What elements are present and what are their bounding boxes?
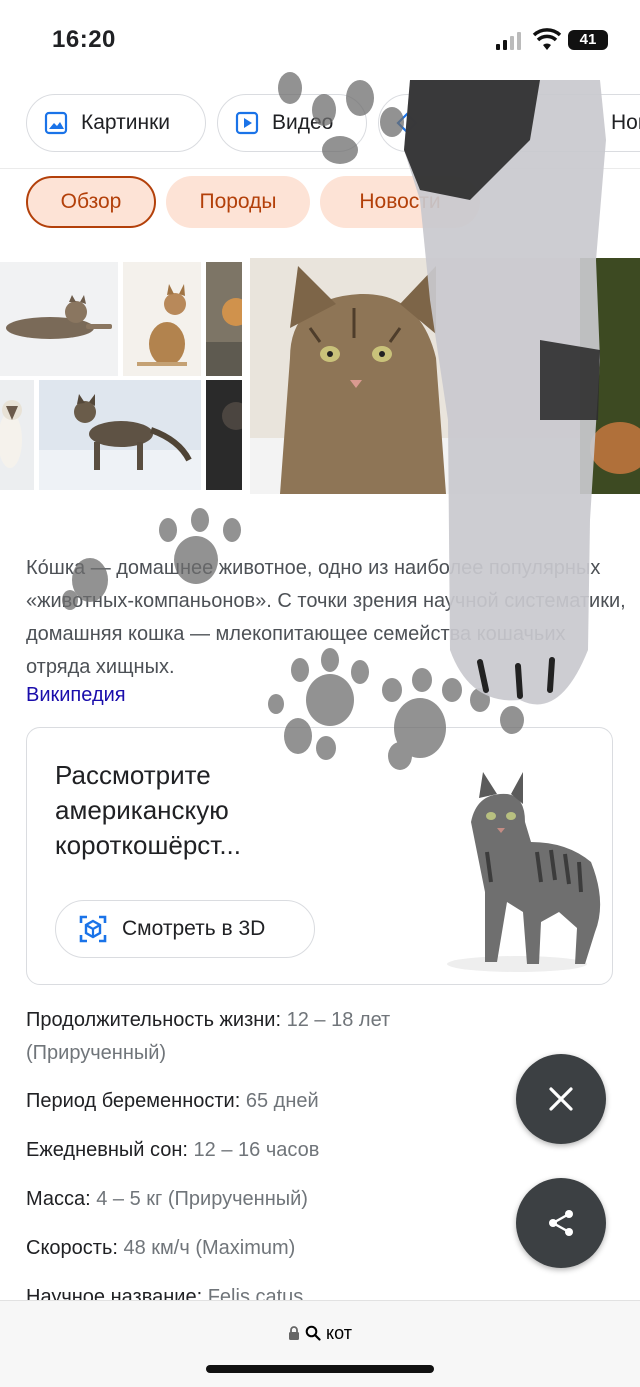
close-icon: [549, 1087, 573, 1111]
tab-news[interactable]: Новости: [378, 94, 640, 152]
topic-filters: Обзор Породы Новости: [0, 176, 640, 230]
cat-image-4[interactable]: [0, 380, 34, 490]
cube-ar-icon: [78, 914, 108, 944]
safari-bottom-bar: кот: [0, 1300, 640, 1387]
fact-label: Продолжительность жизни:: [26, 1009, 282, 1031]
lock-icon: [289, 1326, 300, 1340]
tabby-3d-preview-image: [447, 772, 601, 972]
battery-indicator: 41: [568, 30, 608, 50]
fact-value: 65 дней: [245, 1090, 319, 1112]
fact-label: Масса:: [26, 1188, 91, 1210]
fact-sleep: Ежедневный сон: 12 – 16 часов: [26, 1134, 319, 1167]
cat-image-1[interactable]: [0, 262, 118, 376]
fact-lifespan: Продолжительность жизни: 12 – 18 лет (Пр…: [26, 1004, 390, 1070]
pill-news[interactable]: Новости: [320, 176, 480, 228]
fact-value-note: (Прирученный): [26, 1042, 167, 1064]
card-3d-title: Рассмотрите американскую короткошёрст...: [55, 760, 241, 860]
tab-images-label: Картинки: [81, 111, 170, 134]
close-overlay-button[interactable]: [516, 1054, 606, 1144]
fact-value: 12 – 16 часов: [193, 1139, 320, 1161]
cat-image-2[interactable]: [123, 262, 201, 376]
wikipedia-link[interactable]: Википедия: [26, 684, 126, 707]
share-icon: [549, 1210, 573, 1236]
address-query: кот: [326, 1323, 352, 1343]
address-bar[interactable]: кот: [0, 1323, 640, 1344]
cat-image-main[interactable]: [250, 258, 640, 494]
tab-video-label: Видео: [272, 111, 334, 134]
view-in-3d-card[interactable]: Рассмотрите американскую короткошёрст...…: [26, 727, 613, 985]
tab-images[interactable]: Картинки: [26, 94, 206, 152]
fact-value: 12 – 18 лет: [286, 1009, 391, 1031]
search-type-tabs: Картинки Видео Новости: [0, 94, 640, 154]
share-button[interactable]: [516, 1178, 606, 1268]
tab-news-label: Новости: [611, 111, 640, 134]
cat-image-5[interactable]: [39, 380, 201, 490]
knowledge-description: Ко́шка — домашнее животное, одно из наиб…: [26, 557, 626, 678]
cellular-signal-icon: [496, 32, 521, 50]
cat-image-3[interactable]: [206, 262, 242, 376]
tab-video[interactable]: Видео: [217, 94, 367, 152]
pill-breeds[interactable]: Породы: [166, 176, 310, 228]
fact-value: 48 км/ч (Maximum): [123, 1237, 296, 1259]
home-indicator: [206, 1365, 434, 1373]
video-icon: [234, 110, 260, 136]
view-in-3d-button[interactable]: Смотреть в 3D: [55, 900, 315, 958]
search-icon: [305, 1325, 321, 1341]
cat-image-6[interactable]: [206, 380, 242, 490]
fact-label: Ежедневный сон:: [26, 1139, 188, 1161]
fact-value: 4 – 5 кг (Прирученный): [96, 1188, 308, 1210]
fact-speed: Скорость: 48 км/ч (Maximum): [26, 1232, 295, 1265]
view-in-3d-label: Смотреть в 3D: [122, 917, 266, 940]
tabs-divider: [0, 168, 640, 169]
wifi-icon: [532, 28, 562, 50]
fact-mass: Масса: 4 – 5 кг (Прирученный): [26, 1183, 308, 1216]
fact-label: Период беременности:: [26, 1090, 241, 1112]
status-time: 16:20: [52, 26, 116, 53]
fact-label: Скорость:: [26, 1237, 118, 1259]
fact-gestation: Период беременности: 65 дней: [26, 1085, 319, 1118]
image-icon: [43, 110, 69, 136]
news-icon: [395, 110, 419, 136]
status-bar: 16:20 41: [0, 0, 640, 80]
image-results-grid: [0, 258, 640, 498]
pill-overview[interactable]: Обзор: [26, 176, 156, 228]
